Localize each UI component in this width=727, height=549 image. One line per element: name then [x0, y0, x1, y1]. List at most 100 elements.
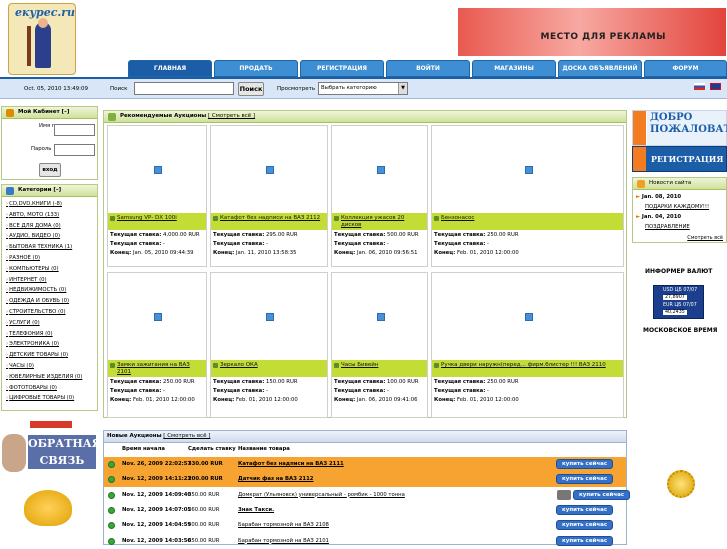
auction-card[interactable]: Коллекция ужасов 20 дисков Текущая ставк…: [331, 125, 428, 267]
auction-card-current: Текущая ставка: -: [213, 241, 268, 247]
flag-ru-icon[interactable]: [694, 83, 705, 90]
auction-card-title[interactable]: Замки зажигания на ВАЗ 2101: [108, 360, 206, 377]
recommended-view-all-link[interactable]: [ Смотреть всё ]: [208, 113, 255, 119]
image-placeholder-icon[interactable]: [524, 313, 533, 321]
table-row[interactable]: Nov. 26, 2009 22:02:57 330.00 RUR Катафо…: [104, 457, 626, 472]
auction-card-title[interactable]: Часы Бивейн: [332, 360, 427, 377]
news-icon: [637, 180, 645, 188]
auction-card-title[interactable]: Samsung VP- DX 100i: [108, 213, 206, 230]
category-link[interactable]: КОМПЬЮТЕРЫ (0): [6, 266, 58, 272]
category-link[interactable]: ЦИФРОВЫЕ ТОВАРЫ (0): [6, 395, 74, 401]
auction-card-current: Текущая ставка: -: [334, 388, 389, 394]
tab-forum[interactable]: ФОРУМ: [644, 60, 727, 77]
logo-text: екурес.ru: [15, 6, 76, 19]
login-button[interactable]: вход: [39, 163, 61, 177]
category-link[interactable]: CD,DVD,КНИГИ (-8): [6, 201, 62, 207]
logo-staff: [27, 26, 31, 66]
category-link[interactable]: ДЕТСКИЕ ТОВАРЫ (0): [6, 352, 68, 358]
image-placeholder-icon[interactable]: [154, 166, 162, 174]
auction-card-bid: Текущая ставка: 250.00 RUR: [110, 379, 195, 385]
auction-card[interactable]: Замки зажигания на ВАЗ 2101 Текущая став…: [107, 272, 207, 418]
buy-now-button[interactable]: купить сейчас: [556, 520, 614, 531]
tab-shops[interactable]: МАГАЗИНЫ: [472, 60, 556, 77]
currency-informer[interactable]: USD ЦБ 07/07 27,8907 EUR ЦБ 07/07 40,243…: [653, 285, 704, 319]
status-dot-icon: [108, 476, 115, 484]
auction-card-title[interactable]: Катафот без надписи на ВАЗ 2112: [211, 213, 327, 230]
row-title-link[interactable]: Знак Такси.: [238, 507, 274, 513]
new-auctions-view-all-link[interactable]: [ Смотреть всё ]: [163, 433, 210, 439]
row-title-link[interactable]: Катафот без надписи на ВАЗ 2111: [238, 461, 344, 467]
password-field[interactable]: [54, 144, 95, 156]
rss-badge[interactable]: [30, 421, 72, 428]
thumbnail-image[interactable]: [557, 489, 571, 500]
site-logo[interactable]: екурес.ru: [8, 3, 76, 75]
row-time: Nov. 12, 2009 14:11:23: [122, 476, 192, 483]
feedback-banner[interactable]: ОБРАТНАЯ СВЯЗЬ: [2, 431, 101, 475]
auction-card-title[interactable]: Ручка двери наружн(перед... фирм.блистер…: [432, 360, 623, 377]
table-row[interactable]: Nov. 12, 2009 14:11:23 200.00 RUR Датчик…: [104, 472, 626, 488]
registration-stripe: [633, 147, 646, 171]
auction-card[interactable]: Катафот без надписи на ВАЗ 2112 Текущая …: [210, 125, 328, 267]
tab-sell[interactable]: ПРОДАТЬ: [214, 60, 298, 77]
tab-login[interactable]: ВОЙТИ: [386, 60, 470, 77]
flag-uk-icon[interactable]: [710, 83, 721, 90]
buy-now-button[interactable]: купить сейчас: [556, 474, 614, 485]
row-title-link[interactable]: Барабан тормозной на ВАЗ 2101: [238, 538, 329, 544]
auction-card-title[interactable]: Бензонасос: [432, 213, 623, 230]
auction-card-title[interactable]: Коллекция ужасов 20 дисков: [332, 213, 427, 230]
auction-card[interactable]: Часы Бивейн Текущая ставка: 100.00 RUR Т…: [331, 272, 428, 418]
buy-now-button[interactable]: купить сейчас: [573, 489, 631, 500]
category-select[interactable]: Выбрать категорию ▼: [318, 82, 408, 95]
buy-now-button[interactable]: купить сейчас: [556, 504, 614, 515]
username-field[interactable]: [54, 124, 95, 136]
search-button[interactable]: Поиск: [238, 82, 264, 96]
category-link[interactable]: АВТО, МОТО (133): [6, 212, 59, 218]
table-row[interactable]: Nov. 12, 2009 14:03:50 650.00 RUR Бараба…: [104, 534, 626, 549]
buy-now-button[interactable]: купить сейчас: [556, 535, 614, 546]
tab-register[interactable]: РЕГИСТРАЦИЯ: [300, 60, 384, 77]
search-input[interactable]: [134, 82, 234, 95]
row-title-link[interactable]: Барабан тормозной на ВАЗ 2108: [238, 522, 329, 528]
news-view-all-link[interactable]: Смотреть всё: [687, 235, 723, 241]
image-placeholder-icon[interactable]: [266, 313, 274, 321]
category-link[interactable]: ЮВЕЛИРНЫЕ ИЗДЕЛИЯ (0): [6, 374, 82, 380]
category-link[interactable]: ОДЕЖДА И ОБУВЬ (0): [6, 298, 69, 304]
ad-banner[interactable]: МЕСТО ДЛЯ РЕКЛАМЫ: [458, 8, 726, 56]
image-placeholder-icon[interactable]: [266, 166, 274, 174]
welcome-banner[interactable]: ДОБРОПОЖАЛОВАТЬ!!!: [632, 110, 727, 146]
category-link[interactable]: УСЛУГИ (0): [6, 320, 40, 326]
auction-card-title[interactable]: Зеркало ОКА: [211, 360, 327, 377]
news-box: Новости сайта ► Jan. 08, 2010 ПОДАРКИ КА…: [632, 177, 727, 243]
face-image: [2, 434, 26, 472]
row-title-link[interactable]: Датчик фаз на ВАЗ 2112: [238, 476, 313, 482]
news-link-2[interactable]: ПОЗДРАВЛЕНИЕ: [645, 224, 690, 230]
category-link[interactable]: РАЗНОЕ (0): [6, 255, 40, 261]
tab-board[interactable]: ДОСКА ОБЪЯВЛЕНИЙ: [558, 60, 642, 77]
category-link[interactable]: НЕДВИЖИМОСТЬ (0): [6, 287, 66, 293]
table-row[interactable]: Nov. 12, 2009 14:07:05 260.00 RUR Знак Т…: [104, 503, 626, 518]
buy-now-button[interactable]: купить сейчас: [556, 459, 614, 469]
image-placeholder-icon[interactable]: [524, 166, 533, 174]
category-link[interactable]: СТРОИТЕЛЬСТВО (0): [6, 309, 65, 315]
auction-card[interactable]: Samsung VP- DX 100i Текущая ставка: 4,00…: [107, 125, 207, 267]
category-link[interactable]: ИНТЕРНЕТ (0): [6, 277, 46, 283]
image-placeholder-icon[interactable]: [376, 313, 385, 321]
category-link[interactable]: ФОТОТОВАРЫ (0): [6, 385, 57, 391]
category-link[interactable]: АУДИО, ВИДЕО (0): [6, 233, 60, 239]
table-row[interactable]: Nov. 12, 2009 14:04:59 500.00 RUR Бараба…: [104, 518, 626, 533]
auction-card[interactable]: Зеркало ОКА Текущая ставка: 150.00 RUR Т…: [210, 272, 328, 418]
category-link[interactable]: ТЕЛЕФОНИЯ (0): [6, 331, 52, 337]
auction-card[interactable]: Бензонасос Текущая ставка: 250.00 RUR Те…: [431, 125, 624, 267]
auction-card[interactable]: Ручка двери наружн(перед... фирм.блистер…: [431, 272, 624, 418]
news-link-1[interactable]: ПОДАРКИ КАЖДОМУ!!!: [645, 204, 709, 210]
category-link[interactable]: ВСЕ ДЛЯ ДОМА (0): [6, 223, 61, 229]
row-title-link[interactable]: Домкрат (Ульяновск) универсальный - ромб…: [238, 492, 405, 498]
category-link[interactable]: БЫТОВАЯ ТЕХНИКА (1): [6, 244, 72, 250]
image-placeholder-icon[interactable]: [154, 313, 162, 321]
category-link[interactable]: ЧАСЫ (0): [6, 363, 34, 369]
image-placeholder-icon[interactable]: [376, 166, 385, 174]
tab-home[interactable]: ГЛАВНАЯ: [128, 60, 212, 77]
table-row[interactable]: Nov. 12, 2009 14:09:40 350.00 RUR Домкра…: [104, 488, 631, 503]
category-link[interactable]: ЭЛЕКТРОНИКА (0): [6, 341, 59, 347]
registration-banner[interactable]: РЕГИСТРАЦИЯ: [632, 146, 727, 172]
